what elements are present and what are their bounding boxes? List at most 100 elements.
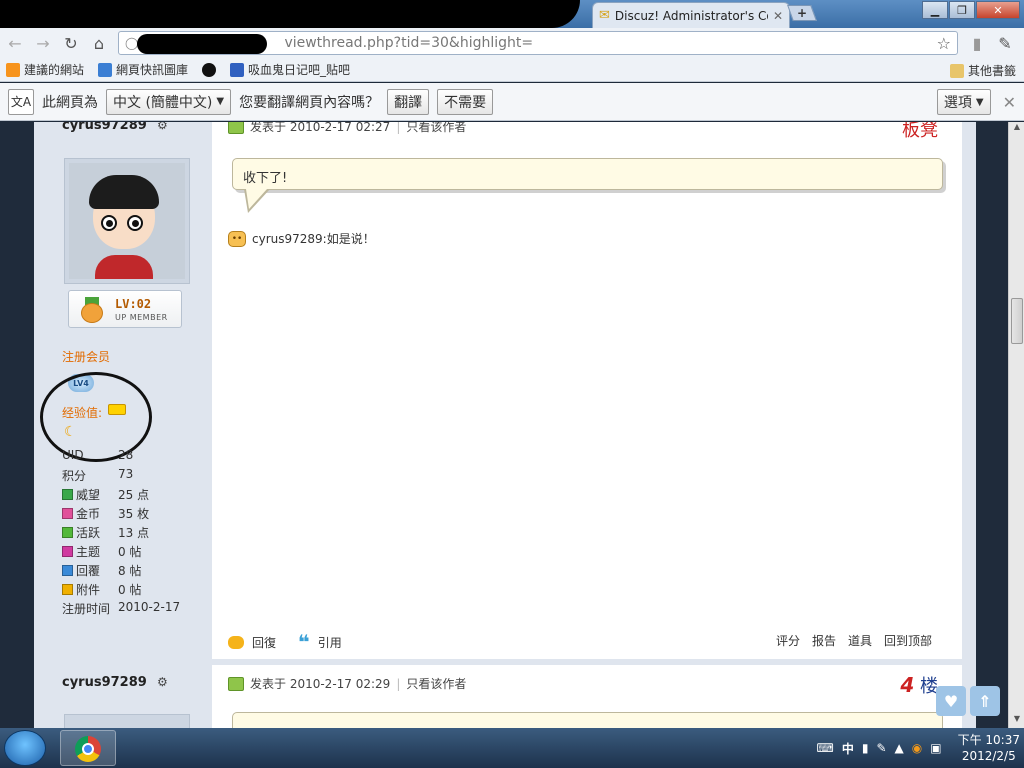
stat-key: 威望 [76, 488, 101, 502]
stat-value: 35 枚 [118, 507, 150, 521]
translate-bar: 文A 此網頁為 中文 (簡體中文) ▼ 您要翻譯網頁內容嗎？ 翻譯 不需要 選項… [0, 83, 1024, 121]
stat-key: 注册时间 [62, 602, 111, 616]
home-icon[interactable]: ⌂ [90, 34, 108, 53]
bookmark-item[interactable] [202, 62, 217, 77]
quote-icon: ❝ [298, 630, 310, 654]
reply-button[interactable]: 回復 [252, 634, 276, 651]
ime-indicator[interactable]: 中 [842, 740, 854, 757]
right-margin [962, 122, 976, 728]
stat-key: 主题 [76, 545, 101, 559]
only-author-link[interactable]: 只看该作者 [406, 122, 466, 135]
badge-subtitle: UP MEMBER [115, 313, 168, 322]
start-button[interactable] [4, 730, 46, 766]
coin-icon [62, 508, 73, 519]
favorite-heart-button[interactable]: ♥ [936, 686, 966, 716]
stat-row: 主题 0 帖 [62, 543, 141, 560]
chevron-down-icon: ▼ [975, 96, 984, 108]
bookmark-label: 建議的網站 [24, 63, 85, 77]
language-value: 中文 (簡體中文) [113, 94, 213, 111]
topic-icon [62, 546, 73, 557]
stat-value: 8 帖 [118, 564, 142, 578]
avatar[interactable] [64, 158, 190, 284]
clock[interactable]: 下午 10:37 2012/2/5 [958, 732, 1020, 764]
app-tray-icon[interactable]: ◉ [912, 741, 922, 755]
tools-link[interactable]: 道具 [848, 632, 872, 649]
taskbar-chrome-button[interactable] [60, 730, 116, 766]
back-to-top-link[interactable]: 回到顶部 [884, 632, 932, 649]
bookmark-favicon-icon [202, 62, 217, 77]
address-bar[interactable]: ◯ viewthread.php?tid=30&highlight= ☆ [118, 31, 958, 55]
stat-row: 威望 25 点 [62, 486, 149, 503]
url-text: viewthread.php?tid=30&highlight= [284, 35, 534, 51]
other-bookmarks-label: 其他書籤 [967, 64, 1016, 78]
bookmark-item[interactable]: 吸血鬼日记吧_贴吧 [230, 61, 350, 78]
translate-button[interactable]: 翻譯 [387, 88, 430, 115]
bubble-tail-inner [246, 189, 267, 209]
bookmark-item[interactable]: 網頁快訊圖庫 [98, 61, 188, 78]
paw-icon [230, 62, 245, 77]
no-translate-button[interactable]: 不需要 [437, 88, 494, 115]
page-content: cyrus97289 ⚙ LV:02 UP MEMBER 注册会员 LV4 经验… [0, 122, 1008, 728]
prestige-icon [62, 489, 73, 500]
translate-question: 您要翻譯網頁內容嗎？ [239, 94, 380, 111]
minimize-button[interactable]: ▁ [922, 1, 948, 19]
username-link[interactable]: cyrus97289 [62, 122, 147, 133]
close-window-button[interactable]: ✕ [976, 1, 1020, 19]
translate-options-button[interactable]: 選項 ▼ [936, 89, 991, 115]
forward-icon[interactable]: → [34, 34, 52, 53]
user-group: 注册会员 [62, 350, 111, 364]
report-link[interactable]: 报告 [812, 632, 836, 649]
scroll-up-icon[interactable]: ▲ [1009, 122, 1024, 136]
redacted-region [137, 34, 267, 54]
show-hidden-icons[interactable]: ▲ [895, 741, 904, 755]
tab-close-icon[interactable]: ✕ [773, 9, 783, 23]
username-link[interactable]: cyrus97289 [62, 675, 147, 690]
stat-key: UID [62, 448, 84, 462]
close-icon[interactable]: ✕ [1003, 93, 1016, 112]
post-actions-right: 评分 报告 道具 回到顶部 [776, 632, 932, 649]
wrench-icon[interactable]: ✎ [996, 34, 1014, 53]
signature: •• cyrus97289:如是说！ [228, 230, 375, 247]
translate-prompt: 此網頁為 [42, 94, 98, 111]
browser-tab[interactable]: ✉ Discuz! Administrator's Co ✕ [592, 2, 790, 28]
bookmarks-bar: 建議的網站 網頁快訊圖庫 吸血鬼日记吧_贴吧 其他書籤 [0, 58, 1024, 82]
post-date: 发表于 2010-2-17 02:29 [250, 677, 391, 691]
scrollbar-thumb[interactable] [1011, 298, 1023, 344]
attachment-icon [62, 584, 73, 595]
only-author-link[interactable]: 只看该作者 [406, 675, 466, 692]
keyboard-layout-icon[interactable]: ▮ [862, 741, 869, 755]
avatar[interactable] [64, 714, 190, 728]
stat-key: 活跃 [76, 526, 101, 540]
stat-value: 2010-2-17 [118, 600, 181, 614]
vertical-scrollbar[interactable]: ▲ ▼ [1008, 122, 1024, 728]
reply-count-icon [62, 565, 73, 576]
bookmark-item[interactable]: 建議的網站 [6, 61, 84, 78]
scroll-top-button[interactable]: ⇑ [970, 686, 1000, 716]
stat-row: 附件 0 帖 [62, 581, 141, 598]
page-stats-icon[interactable]: ▮ [968, 34, 986, 53]
language-select[interactable]: 中文 (簡體中文) ▼ [106, 88, 232, 115]
maximize-button[interactable]: ❐ [949, 1, 975, 19]
pen-icon[interactable]: ✎ [876, 741, 886, 755]
bookmark-star-icon[interactable]: ☆ [937, 34, 951, 53]
clock-time: 下午 10:37 [957, 733, 1020, 747]
new-tab-button[interactable]: + [787, 5, 817, 21]
rate-link[interactable]: 评分 [776, 632, 800, 649]
bookmark-favicon-icon [98, 62, 113, 77]
scroll-down-icon[interactable]: ▼ [1009, 714, 1024, 728]
input-method-icon[interactable]: ⌨ [817, 741, 834, 755]
stat-value: 0 帖 [118, 583, 142, 597]
post-header: 发表于 2010-2-17 02:29 | 只看该作者 [228, 675, 466, 692]
post-message: 收下了! [232, 158, 943, 190]
other-bookmarks[interactable]: 其他書籤 [949, 62, 1016, 79]
member-badge: LV:02 UP MEMBER [68, 290, 182, 328]
quote-button[interactable]: 引用 [318, 634, 342, 651]
network-icon[interactable]: ▣ [930, 741, 941, 755]
reload-icon[interactable]: ↻ [62, 34, 80, 53]
emoticon-icon: •• [228, 230, 246, 247]
stat-key: 附件 [76, 583, 101, 597]
back-icon[interactable]: ← [6, 34, 24, 53]
folder-icon [949, 63, 964, 78]
post-message [232, 712, 943, 728]
stat-row: 积分 73 [62, 467, 133, 484]
